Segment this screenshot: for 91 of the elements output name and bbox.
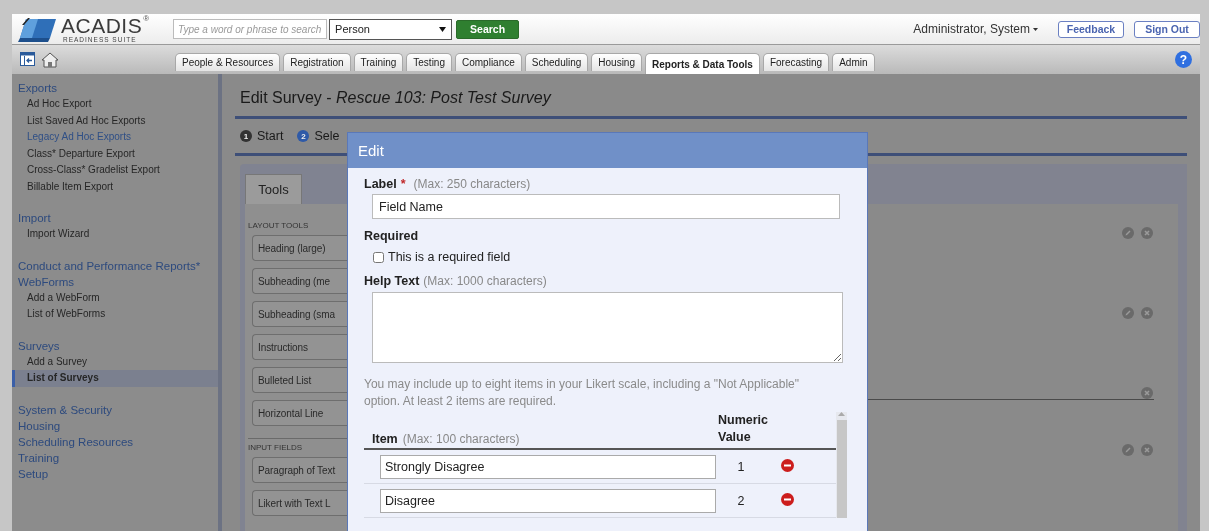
sidebar-heading[interactable]: System & Security: [12, 401, 218, 418]
sidebar-heading[interactable]: Import: [12, 210, 218, 226]
sidebar-heading[interactable]: Exports: [12, 80, 218, 96]
home-icon[interactable]: [41, 51, 59, 68]
caret-icon: [1033, 27, 1038, 31]
step-label[interactable]: Start: [257, 129, 284, 143]
remove-icon[interactable]: [781, 458, 794, 472]
logo-name: ACADIS: [61, 14, 143, 36]
delete-icon[interactable]: [1141, 307, 1153, 319]
dialog-title: Edit: [348, 133, 867, 168]
feedback-button[interactable]: Feedback: [1058, 20, 1124, 38]
instructions-text: You may include up to eight items in your Likert scale, including a "Not Applicable" option. At least 2 items are required.: [364, 376, 800, 410]
item-field[interactable]: Disagree: [380, 488, 716, 513]
tab[interactable]: Compliance: [455, 53, 522, 71]
logo-icon: [18, 15, 58, 43]
field-hint: (Max: 1000 characters): [423, 274, 547, 288]
tab[interactable]: Housing: [591, 53, 642, 71]
tool-button[interactable]: Bulleted List: [252, 367, 347, 393]
numeric-value: 2: [736, 493, 746, 508]
delete-icon[interactable]: [1141, 444, 1153, 456]
sidebar-item[interactable]: Add a WebForm: [12, 289, 218, 306]
sidebar-item[interactable]: List of Surveys: [12, 370, 218, 387]
sidebar-heading[interactable]: Scheduling Resources: [12, 433, 218, 450]
tool-group-heading: INPUT FIELDS: [248, 443, 304, 453]
tab[interactable]: Forecasting: [762, 53, 830, 71]
checkbox-label[interactable]: This is a required field: [388, 250, 511, 264]
sidebar-toggle-icon[interactable]: [20, 51, 35, 66]
field-label: Label: [364, 177, 397, 191]
scrollbar[interactable]: [836, 412, 847, 518]
step-number[interactable]: 2: [297, 130, 310, 142]
sidebar-heading[interactable]: WebForms: [12, 273, 218, 290]
step-number[interactable]: 1: [240, 130, 252, 142]
sidebar-heading[interactable]: Setup: [12, 465, 218, 482]
tab[interactable]: Reports & Data Tools: [645, 53, 760, 74]
edit-icon[interactable]: [1122, 227, 1134, 239]
sidebar-heading[interactable]: Conduct and Performance Reports*: [12, 257, 218, 274]
caret-icon: [439, 26, 447, 32]
tool-button[interactable]: Subheading (sma: [252, 301, 347, 327]
sidebar-heading[interactable]: Housing: [12, 417, 218, 434]
tab[interactable]: Registration: [283, 53, 351, 71]
sidebar-item[interactable]: List Saved Ad Hoc Exports: [12, 112, 218, 129]
search-type-select[interactable]: Person: [329, 18, 453, 40]
sidebar-item[interactable]: Ad Hoc Export: [12, 96, 218, 113]
tab[interactable]: People & Resources: [175, 53, 281, 71]
remove-icon[interactable]: [781, 492, 794, 506]
edit-icon[interactable]: [1122, 307, 1134, 319]
page-title: Edit Survey - Rescue 103: Post Test Survey: [239, 88, 553, 108]
column-hint: (Max: 100 characters): [402, 432, 520, 446]
tool-group-heading: LAYOUT TOOLS: [248, 221, 310, 231]
help-button[interactable]: ?: [1175, 51, 1192, 68]
sidebar-item[interactable]: Class* Departure Export: [12, 145, 218, 162]
item-field[interactable]: Strongly Disagree: [380, 454, 716, 479]
sign-out-button[interactable]: Sign Out: [1134, 20, 1200, 38]
sidebar-item[interactable]: Billable Item Export: [12, 178, 218, 195]
tool-button[interactable]: Heading (large): [252, 235, 347, 261]
tab[interactable]: Training: [353, 53, 404, 71]
tool-button[interactable]: Subheading (me: [252, 268, 347, 294]
required-mark: *: [400, 177, 406, 191]
search-button[interactable]: Search: [456, 19, 520, 39]
tool-button[interactable]: Horizontal Line: [252, 400, 347, 426]
scroll-up-icon[interactable]: [838, 412, 845, 416]
step-label[interactable]: Sele: [314, 129, 340, 143]
edit-icon[interactable]: [1122, 444, 1134, 456]
help-text-field[interactable]: [372, 292, 843, 363]
sidebar-heading[interactable]: Training: [12, 449, 218, 466]
sidebar-item[interactable]: Import Wizard: [12, 226, 218, 243]
sidebar-item[interactable]: Cross-Class* Gradelist Export: [12, 162, 218, 179]
tool-button[interactable]: Likert with Text L: [252, 490, 347, 516]
sidebar-item[interactable]: Legacy Ad Hoc Exports: [12, 129, 218, 146]
registered-mark: ®: [143, 14, 150, 23]
numeric-value: 1: [736, 459, 746, 474]
delete-icon[interactable]: [1141, 387, 1153, 399]
user-menu[interactable]: Administrator, System: [913, 22, 1030, 36]
tab[interactable]: Admin: [832, 53, 875, 71]
column-header: Item: [372, 432, 398, 446]
tools-tab[interactable]: Tools: [245, 174, 302, 204]
field-label: Help Text: [364, 274, 420, 288]
sidebar-item[interactable]: Add a Survey: [12, 353, 218, 370]
tab[interactable]: Scheduling: [524, 53, 589, 71]
field-label: Required: [364, 229, 419, 243]
sidebar-item[interactable]: List of WebForms: [12, 306, 218, 323]
tool-button[interactable]: Paragraph of Text: [252, 457, 347, 483]
search-field[interactable]: Type a word or phrase to search: [173, 19, 328, 39]
sidebar-heading[interactable]: Surveys: [12, 337, 218, 354]
tool-button[interactable]: Instructions: [252, 334, 347, 360]
delete-icon[interactable]: [1141, 227, 1153, 239]
label-field[interactable]: Field Name: [372, 194, 840, 219]
checkbox[interactable]: [373, 251, 384, 263]
column-header: Numeric Value: [717, 412, 770, 446]
tab[interactable]: Testing: [406, 53, 452, 71]
field-hint: (Max: 250 characters): [413, 177, 531, 191]
